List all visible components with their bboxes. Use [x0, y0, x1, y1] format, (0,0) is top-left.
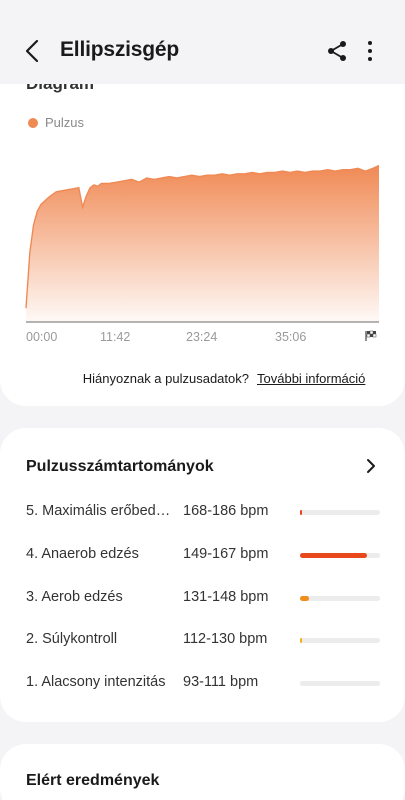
zone-bar [300, 553, 380, 558]
results-card[interactable]: Elért eredmények [0, 744, 405, 800]
zone-bar-fill [300, 638, 302, 643]
back-arrow-icon[interactable] [22, 38, 44, 64]
share-icon[interactable] [326, 40, 348, 62]
zone-range: 149-167 bpm [183, 546, 269, 562]
zone-bar-fill [300, 596, 309, 601]
app-bar: Ellipszisgép [0, 0, 405, 84]
zone-name: 3. Aerob edzés [26, 589, 123, 605]
more-info-link[interactable]: További információ [257, 371, 365, 386]
zone-bar [300, 638, 380, 643]
zone-range: 112-130 bpm [183, 631, 268, 647]
zone-bar [300, 596, 380, 601]
zone-row-4: 4. Anaerob edzés 149-167 bpm [0, 546, 405, 570]
missing-data-question: Hiányoznak a pulzusadatok? [82, 371, 249, 386]
zone-range: 93-111 bpm [183, 674, 259, 690]
results-title: Elért eredmények [26, 772, 160, 789]
more-vertical-icon[interactable] [362, 40, 378, 62]
finish-flag-icon [365, 330, 377, 341]
x-tick-label: 00:00 [26, 330, 57, 344]
zone-row-1: 1. Alacsony intenzitás 93-111 bpm [0, 674, 405, 698]
heart-rate-zones-card[interactable]: Pulzusszámtartományok 5. Maximális erőbe… [0, 428, 405, 722]
heart-rate-chart: 00:00 11:42 23:24 35:06 [25, 164, 380, 344]
zone-row-3: 3. Aerob edzés 131-148 bpm [0, 589, 405, 613]
zone-name: 1. Alacsony intenzitás [26, 674, 166, 690]
zone-range: 131-148 bpm [183, 589, 269, 605]
chevron-right-icon[interactable] [364, 458, 378, 474]
zone-bar [300, 510, 380, 515]
diagram-card: Diagram Pulzus 00:0011:4223:2435:06 Hián… [0, 64, 405, 406]
zone-bar-fill [300, 510, 302, 515]
zone-bar [300, 681, 380, 686]
zone-row-2: 2. Súlykontroll 112-130 bpm [0, 631, 405, 655]
zone-row-5: 5. Maximális erőbedobás 168-186 bpm [0, 503, 405, 527]
x-tick-label: 35:06 [275, 330, 306, 344]
x-tick-label: 23:24 [186, 330, 217, 344]
page-title: Ellipszisgép [60, 38, 179, 61]
zone-name: 4. Anaerob edzés [26, 546, 139, 562]
zone-name: 2. Súlykontroll [26, 631, 118, 647]
zones-title: Pulzusszámtartományok [26, 458, 214, 475]
x-tick-label: 11:42 [100, 330, 130, 344]
zone-bar-fill [300, 553, 368, 558]
zone-range: 168-186 bpm [183, 503, 269, 519]
zone-name: 5. Maximális erőbedobás [26, 503, 178, 519]
